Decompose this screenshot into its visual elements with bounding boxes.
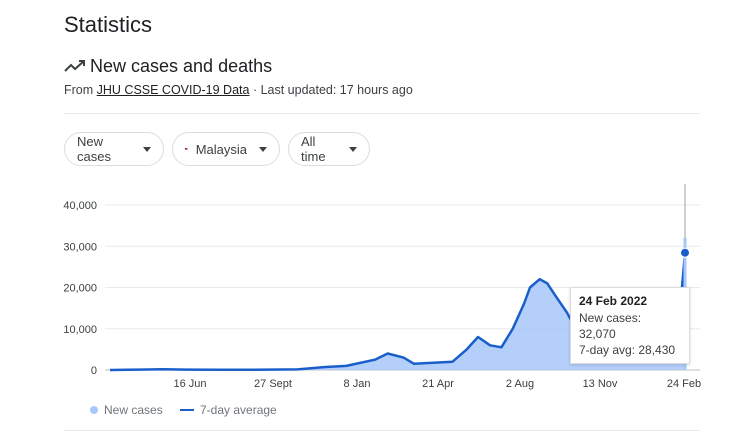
x-tick-label: 16 Jun — [173, 378, 206, 390]
divider — [64, 113, 700, 114]
y-tick-label: 0 — [91, 365, 97, 377]
range-dropdown[interactable]: All time — [288, 132, 370, 166]
x-tick-label: 27 Sept — [254, 378, 292, 390]
section-title: New cases and deaths — [90, 56, 273, 76]
country-dropdown[interactable]: Malaysia — [172, 132, 280, 166]
country-dropdown-label: Malaysia — [195, 141, 247, 157]
tooltip-date: 24 Feb 2022 — [579, 294, 648, 308]
legend-average: 7-day average — [180, 403, 277, 417]
cases-chart[interactable]: 40,000 30,000 20,000 10,000 0 16 Jun 27 Sept 8 … — [0, 170, 750, 400]
divider — [64, 430, 700, 431]
chevron-down-icon — [259, 146, 267, 152]
malaysia-flag-icon — [185, 148, 188, 150]
metric-dropdown-label: New cases — [77, 134, 111, 164]
x-tick-label: 2 Aug — [506, 378, 534, 390]
x-tick-label: 21 Apr — [422, 378, 454, 390]
range-dropdown-label: All time — [301, 134, 326, 164]
chevron-down-icon — [349, 146, 357, 152]
source-prefix: From — [64, 83, 97, 97]
legend-average-label: 7-day average — [200, 403, 277, 417]
last-updated: · Last updated: 17 hours ago — [249, 83, 413, 97]
legend-line-icon — [180, 409, 194, 411]
x-tick-label: 24 Feb — [667, 378, 701, 390]
legend-dot-icon — [90, 406, 98, 414]
x-tick-label: 8 Jan — [344, 378, 371, 390]
highlight-point — [680, 247, 690, 258]
y-tick-label: 40,000 — [63, 200, 97, 212]
tooltip-avg: 7-day avg: 28,430 — [579, 343, 676, 357]
source-link[interactable]: JHU CSSE COVID-19 Data — [97, 83, 250, 97]
y-tick-label: 20,000 — [63, 283, 97, 295]
tooltip-new-cases: New cases: 32,070 — [579, 311, 642, 341]
trending-up-icon — [64, 60, 85, 72]
page-title: Statistics — [64, 12, 153, 37]
x-tick-label: 13 Nov — [583, 378, 618, 390]
metric-dropdown[interactable]: New cases — [64, 132, 164, 166]
legend-new-cases-label: New cases — [104, 403, 163, 417]
source-line: From JHU CSSE COVID-19 Data · Last updat… — [64, 83, 413, 97]
y-tick-label: 10,000 — [63, 324, 97, 336]
chart-tooltip: 24 Feb 2022 New cases: 32,070 7-day avg:… — [570, 287, 690, 364]
legend-new-cases: New cases — [90, 403, 163, 417]
chevron-down-icon — [143, 146, 151, 152]
y-tick-label: 30,000 — [63, 241, 97, 253]
